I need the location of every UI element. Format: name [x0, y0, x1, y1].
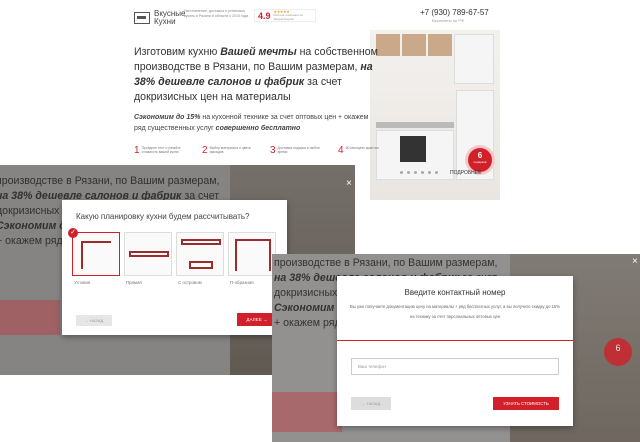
slider-dots[interactable] — [400, 171, 438, 174]
check-icon: ✓ — [68, 228, 78, 238]
phone-number[interactable]: +7 (930) 789-67-57 — [420, 8, 489, 17]
divider — [337, 340, 573, 341]
option-u-shape[interactable] — [228, 232, 276, 276]
gifts-badge: 6 — [604, 338, 632, 366]
screenshot-collage: Вкусные Кухни Изготовление, доставка и у… — [0, 0, 640, 442]
gifts-badge[interactable]: 6 подарков — [468, 148, 492, 172]
step-item: 3 Доставка подарка в любое время — [270, 145, 320, 156]
get-price-button[interactable]: УЗНАТЬ СТОИМОСТЬ — [493, 397, 559, 410]
phone-input[interactable]: Ваш телефон — [351, 358, 559, 375]
subheadline: Сэкономим до 15% на кухонной технике за … — [134, 114, 369, 132]
contact-modal: Введите контактный номер Вы уже получает… — [337, 276, 573, 426]
rating-widget: 4.9 ★★★★★ Рейтинг компании на Яндекс.Кар… — [254, 9, 316, 22]
option-island[interactable] — [176, 232, 224, 276]
option-straight[interactable] — [124, 232, 172, 276]
tagline: Изготовление, доставка и установка кухон… — [184, 9, 249, 18]
back-button[interactable]: ← НАЗАД — [351, 397, 391, 410]
option-corner[interactable]: ✓ — [68, 228, 120, 276]
layout-quiz-modal: Какую планировку кухни будем рассчитыват… — [62, 200, 287, 335]
phone-subtitle: Бесплатно по РФ — [432, 18, 465, 23]
option-label: Прямая — [126, 280, 142, 285]
back-button[interactable]: ← НАЗАД — [76, 315, 112, 326]
close-icon[interactable]: × — [632, 256, 638, 267]
more-link[interactable]: ПОДРОБНЕЕ — [450, 170, 481, 176]
close-icon[interactable]: × — [346, 178, 352, 189]
step-item: 4 60 месяцев гарантия — [338, 145, 379, 156]
cta-bar-dimmed — [0, 300, 60, 335]
steps-list: 1 Пройдите тест и узнайте стоимость вашей… — [134, 146, 402, 156]
contact-text: Вы уже получаете документацию цену на ма… — [350, 304, 560, 319]
contact-title: Введите контактный номер — [404, 288, 506, 297]
option-label: Угловая — [74, 280, 91, 285]
step-item: 1 Пройдите тест и узнайте стоимость вашей… — [134, 145, 181, 156]
step-item: 2 Выбор материала и цвета фасадов — [202, 145, 251, 156]
next-button[interactable]: ДАЛЕЕ → — [237, 313, 277, 326]
option-label: С островом — [178, 280, 202, 285]
logo-icon — [134, 12, 150, 24]
headline: Изготовим кухню Вашей мечты на собственн… — [134, 46, 378, 103]
cta-bar-dimmed — [272, 392, 342, 432]
brand-logo[interactable]: Вкусные Кухни — [134, 10, 185, 26]
option-label: П-образная — [230, 280, 254, 285]
quiz-question: Какую планировку кухни будем рассчитыват… — [76, 212, 250, 221]
